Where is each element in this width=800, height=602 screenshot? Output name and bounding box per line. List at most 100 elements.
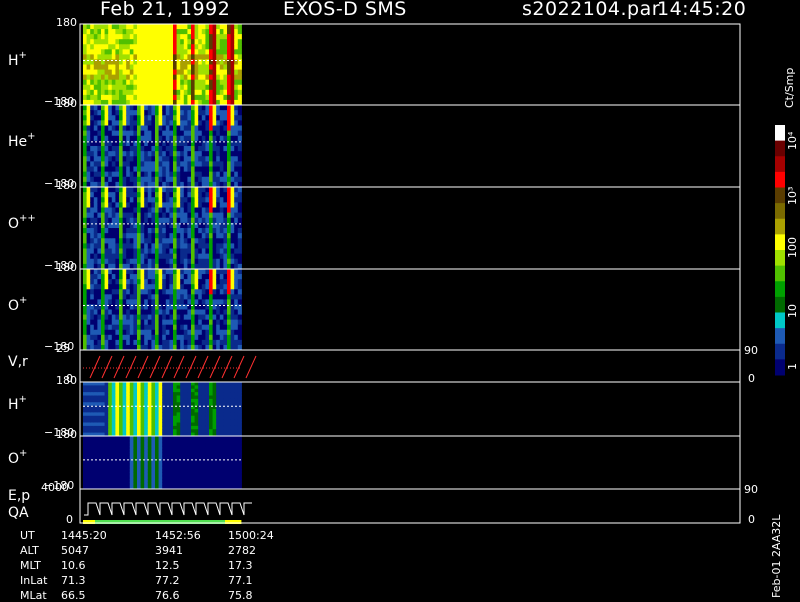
heat-cell: [209, 436, 214, 440]
heat-cell: [97, 382, 102, 386]
heat-cell: [86, 425, 91, 430]
heat-cell: [165, 202, 170, 208]
heat-cell: [169, 24, 174, 30]
heat-cell: [219, 253, 224, 260]
heat-cell: [140, 202, 145, 208]
heat-cell: [219, 339, 224, 346]
heat-cell: [191, 309, 196, 316]
heat-cell: [140, 314, 145, 321]
heat-cell: [191, 69, 196, 76]
heat-cell: [108, 388, 113, 393]
heat-cell: [86, 248, 91, 255]
heat-cell: [212, 24, 217, 30]
heat-cell: [126, 64, 131, 71]
heat-cell: [126, 429, 131, 434]
heat-cell: [119, 49, 124, 55]
heat-cell: [101, 398, 106, 403]
heat-cell: [119, 79, 124, 86]
heat-cell: [108, 449, 113, 454]
heat-cell: [162, 472, 167, 477]
heat-cell: [223, 166, 228, 173]
heat-cell: [219, 233, 224, 239]
heat-cell: [183, 156, 188, 162]
heat-cell: [155, 94, 160, 101]
heat-cell: [162, 151, 167, 157]
heat-cell: [194, 324, 199, 331]
heat-cell: [158, 289, 163, 295]
heat-cell: [234, 258, 239, 265]
heat-cell: [219, 44, 224, 50]
heat-cell: [234, 64, 239, 71]
heat-cell: [187, 462, 192, 467]
heat-cell: [209, 402, 214, 407]
heat-cell: [144, 29, 149, 35]
heat-cell: [122, 197, 127, 203]
heat-cell: [230, 202, 235, 208]
heat-cell: [173, 146, 178, 152]
heat-cell: [180, 192, 185, 198]
heat-cell: [162, 419, 167, 423]
heat-cell: [111, 398, 116, 403]
heat-cell: [165, 166, 170, 173]
heat-cell: [129, 398, 134, 403]
heat-cell: [133, 339, 138, 346]
heat-cell: [104, 395, 109, 400]
heat-cell: [176, 171, 181, 178]
heat-cell: [104, 402, 109, 407]
heat-cell: [201, 84, 206, 91]
heat-cell: [173, 110, 178, 116]
heat-cell: [97, 39, 102, 45]
heat-cell: [119, 125, 124, 132]
heat-cell: [86, 279, 91, 285]
heat-cell: [137, 294, 142, 300]
heat-cell: [219, 314, 224, 321]
heat-cell: [122, 44, 127, 50]
heat-cell: [115, 243, 120, 249]
heat-cell: [223, 462, 228, 467]
heat-cell: [198, 319, 203, 326]
heat-cell: [93, 192, 98, 198]
heat-cell: [93, 176, 98, 183]
heat-cell: [191, 34, 196, 40]
heat-cell: [108, 89, 113, 96]
heat-cell: [147, 151, 152, 157]
heat-cell: [212, 202, 217, 208]
heat-cell: [180, 64, 185, 71]
heat-cell: [93, 385, 98, 390]
heat-cell: [151, 309, 156, 316]
heat-cell: [209, 105, 214, 111]
heat-cell: [129, 385, 134, 390]
heat-cell: [122, 309, 127, 316]
heat-cell: [180, 425, 185, 430]
heat-cell: [155, 445, 160, 450]
heat-cell: [101, 39, 106, 45]
heat-cell: [209, 146, 214, 152]
heat-cell: [83, 217, 88, 224]
heat-cell: [140, 319, 145, 326]
heat-cell: [209, 253, 214, 260]
heat-cell: [158, 465, 163, 470]
heat-cell: [183, 289, 188, 295]
heat-cell: [194, 166, 199, 173]
heat-cell: [201, 388, 206, 393]
heat-cell: [198, 452, 203, 457]
heat-cell: [187, 412, 192, 417]
heat-cell: [216, 339, 221, 346]
heat-cell: [165, 425, 170, 430]
heat-cell: [219, 415, 224, 420]
heat-cell: [97, 156, 102, 162]
heat-cell: [119, 89, 124, 96]
heat-cell: [119, 409, 124, 413]
heat-cell: [230, 44, 235, 50]
heat-cell: [234, 279, 239, 285]
heat-cell: [216, 425, 221, 430]
heat-cell: [86, 388, 91, 393]
heat-cell: [198, 439, 203, 444]
heat-cell: [108, 299, 113, 305]
heat-cell: [104, 388, 109, 393]
heat-cell: [173, 429, 178, 434]
heat-cell: [234, 156, 239, 162]
heat-cell: [158, 105, 163, 111]
heat-cell: [234, 339, 239, 346]
heat-cell: [162, 49, 167, 55]
